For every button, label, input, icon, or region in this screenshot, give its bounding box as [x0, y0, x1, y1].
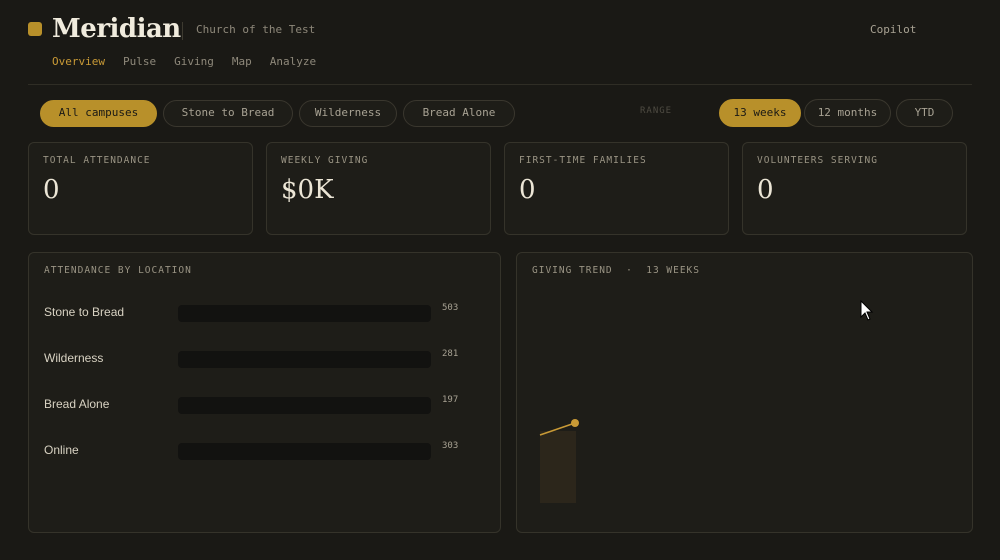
logo-mark — [28, 22, 42, 36]
range-13-weeks[interactable]: 13 weeks — [719, 99, 801, 127]
nav-map[interactable]: Map — [232, 55, 252, 68]
kpi-value: $0K — [281, 175, 334, 205]
location-bar-track — [178, 397, 431, 414]
location-row: Bread Alone 197 — [44, 395, 484, 415]
location-row: Stone to Bread 503 — [44, 303, 484, 323]
location-count: 281 — [442, 349, 459, 359]
giving-latest-point — [571, 419, 579, 427]
kpi-label: WEEKLY GIVING — [281, 155, 369, 166]
panel-title: ATTENDANCE BY LOCATION — [44, 265, 192, 276]
filter-bread-alone[interactable]: Bread Alone — [403, 100, 515, 127]
range-label: RANGE — [640, 106, 673, 116]
main-nav: Overview Pulse Giving Map Analyze — [52, 55, 316, 68]
location-bar-track — [178, 351, 431, 368]
mouse-cursor-icon — [860, 300, 874, 321]
location-name: Wilderness — [44, 351, 104, 365]
kpi-value: 0 — [43, 175, 60, 205]
kpi-label: TOTAL ATTENDANCE — [43, 155, 151, 166]
location-name: Bread Alone — [44, 397, 110, 411]
brand-title: Meridian — [52, 14, 181, 44]
nav-analyze[interactable]: Analyze — [270, 55, 316, 68]
brand-divider — [182, 22, 183, 40]
kpi-card-first-time-families: FIRST-TIME FAMILIES 0 — [504, 142, 729, 235]
giving-trend-chart — [539, 419, 579, 503]
location-row: Online 303 — [44, 441, 484, 461]
kpi-value: 0 — [519, 175, 536, 205]
giving-trend-panel: GIVING TREND · 13 WEEKS — [516, 252, 973, 533]
location-count: 197 — [442, 395, 459, 405]
filter-stone-to-bread[interactable]: Stone to Bread — [163, 100, 293, 127]
kpi-card-attendance: TOTAL ATTENDANCE 0 — [28, 142, 253, 235]
nav-overview[interactable]: Overview — [52, 55, 105, 68]
range-ytd[interactable]: YTD — [896, 99, 953, 127]
kpi-card-giving: WEEKLY GIVING $0K — [266, 142, 491, 235]
location-count: 303 — [442, 441, 459, 451]
giving-area — [540, 431, 576, 503]
location-bar-track — [178, 305, 431, 322]
range-12-months[interactable]: 12 months — [804, 99, 891, 127]
kpi-label: VOLUNTEERS SERVING — [757, 155, 878, 166]
location-name: Stone to Bread — [44, 305, 125, 319]
filter-wilderness[interactable]: Wilderness — [299, 100, 397, 127]
kpi-value: 0 — [757, 175, 774, 205]
location-row: Wilderness 281 — [44, 349, 484, 369]
kpi-label: FIRST-TIME FAMILIES — [519, 155, 647, 166]
location-name: Online — [44, 443, 79, 457]
location-bar-track — [178, 443, 431, 460]
copilot-button[interactable]: Copilot — [870, 23, 916, 36]
attendance-panel: ATTENDANCE BY LOCATION Stone to Bread 50… — [28, 252, 501, 533]
church-name: Church of the Test — [196, 23, 316, 36]
kpi-card-volunteers: VOLUNTEERS SERVING 0 — [742, 142, 967, 235]
nav-giving[interactable]: Giving — [174, 55, 214, 68]
filter-all-campuses[interactable]: All campuses — [40, 100, 157, 127]
location-count: 503 — [442, 303, 459, 313]
header-divider — [28, 84, 972, 85]
nav-pulse[interactable]: Pulse — [123, 55, 156, 68]
